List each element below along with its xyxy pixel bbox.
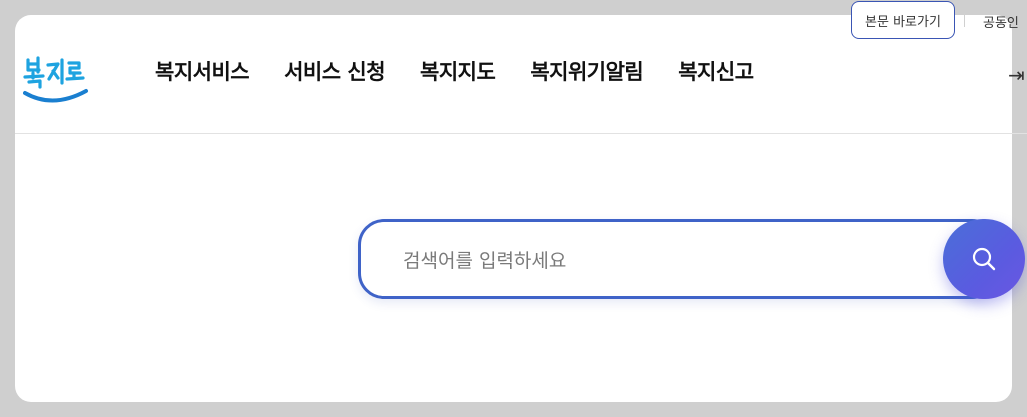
search-button[interactable] (943, 219, 1025, 299)
top-divider (964, 13, 965, 27)
nav-item-welfare-services[interactable]: 복지서비스 (155, 56, 250, 86)
search-input[interactable] (401, 244, 925, 278)
nav-item-service-apply[interactable]: 서비스 신청 (284, 56, 385, 86)
skip-to-content-link[interactable]: 본문 바로가기 (851, 1, 955, 39)
nav-item-welfare-map[interactable]: 복지지도 (420, 56, 496, 86)
main-card: 복지서비스 서비스 신청 복지지도 복지위기알림 복지신고 ⇥ (15, 15, 1027, 402)
certificate-link[interactable]: 공동인 (983, 12, 1019, 31)
site-logo[interactable] (23, 51, 93, 113)
search-icon (972, 247, 996, 271)
nav-item-welfare-crisis-alert[interactable]: 복지위기알림 (530, 56, 643, 86)
nav-item-welfare-report[interactable]: 복지신고 (678, 56, 754, 86)
login-arrow-icon[interactable]: ⇥ (1008, 63, 1025, 87)
search-box (358, 219, 998, 299)
main-nav: 복지서비스 서비스 신청 복지지도 복지위기알림 복지신고 (155, 56, 789, 86)
boksiro-logo-icon (23, 56, 88, 103)
